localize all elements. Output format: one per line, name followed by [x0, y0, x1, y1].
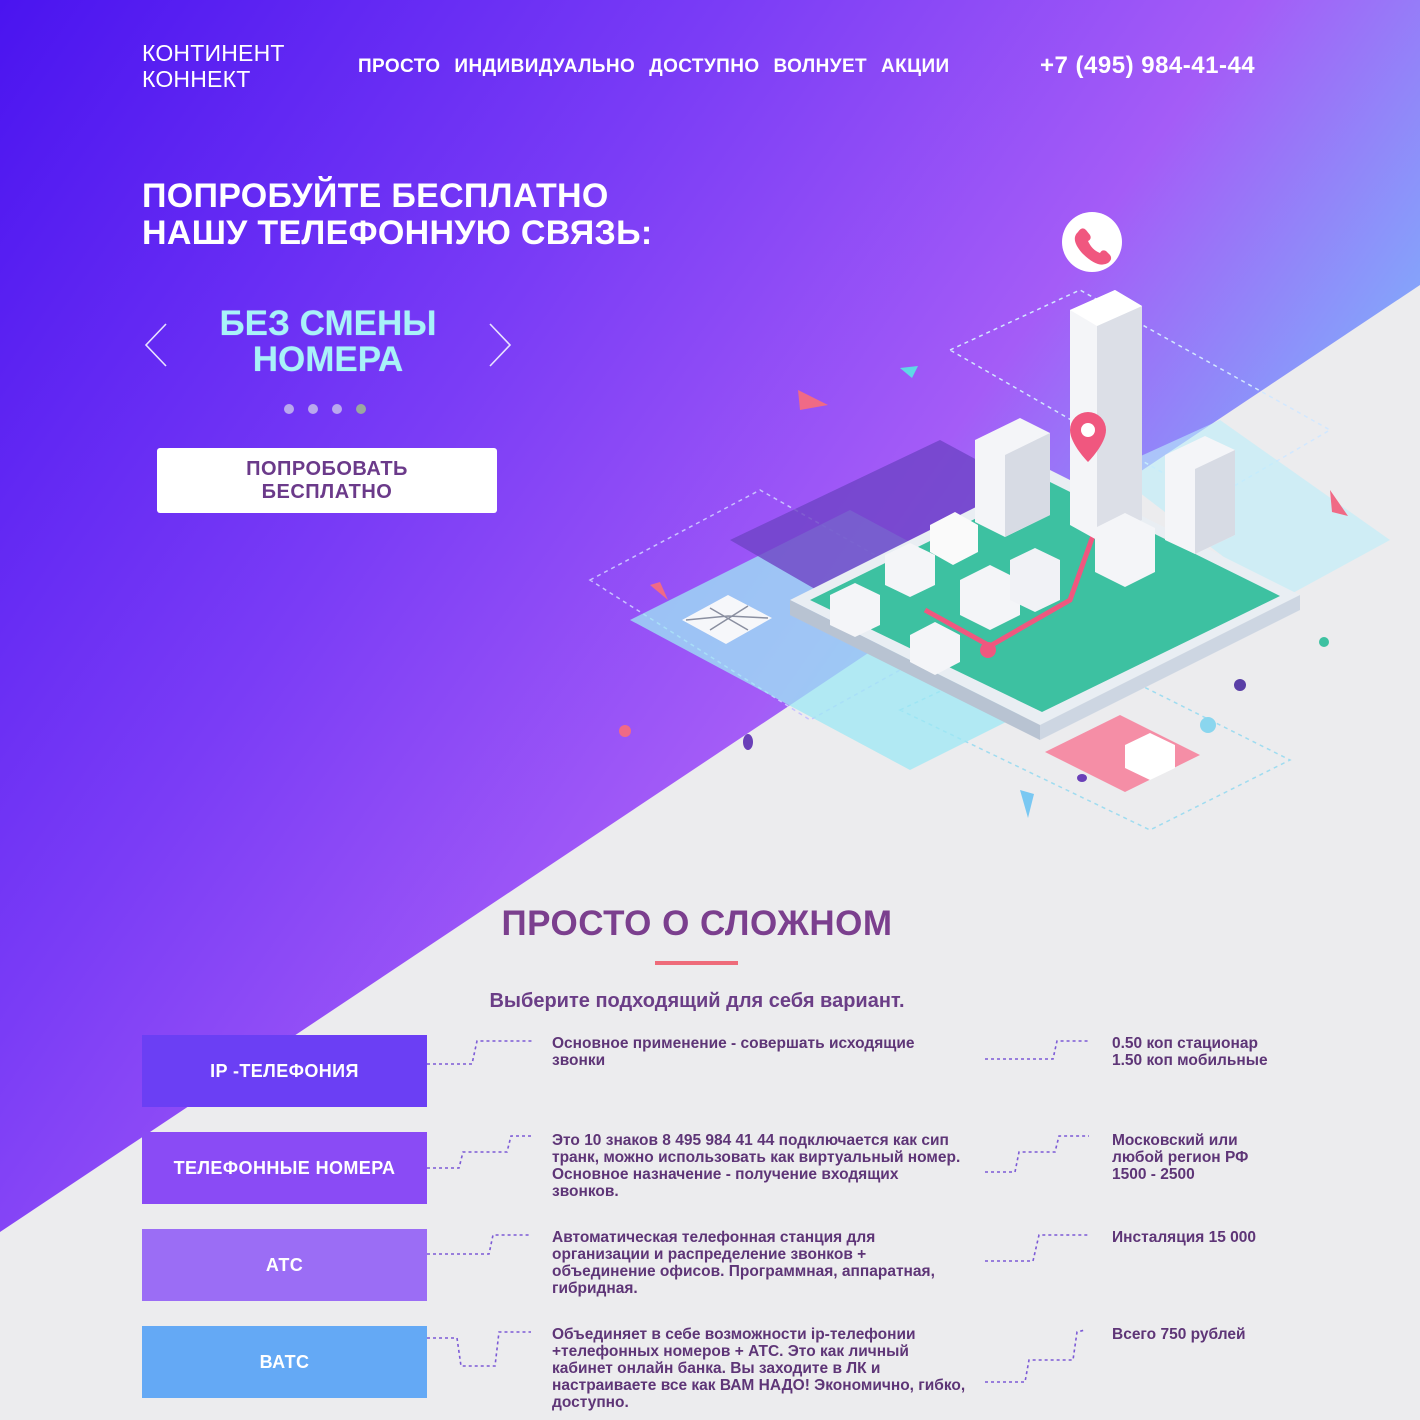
connector-line	[427, 1040, 532, 1065]
description-line: кабинет онлайн банка. Вы заходите в ЛК и	[552, 1360, 881, 1377]
service-ats-price: Инсталяция 15 000	[1112, 1229, 1332, 1246]
service-phone-numbers-price: Московский или любой регион РФ 1500 - 25…	[1112, 1132, 1332, 1183]
connector-line	[427, 1234, 531, 1255]
pink-tile	[1045, 715, 1200, 792]
section-title: ПРОСТО О СЛОЖНОМ	[501, 904, 893, 943]
service-phone-numbers-button[interactable]: ТЕЛЕФОННЫЕ НОМЕРА	[142, 1132, 427, 1204]
brand-logo[interactable]: КОНТИНЕНТ КОННЕКТ	[142, 40, 285, 92]
description-line: объединение офисов. Программная, аппарат…	[552, 1263, 935, 1280]
slider-dot-3[interactable]	[332, 404, 342, 414]
connector-line	[985, 1329, 1086, 1383]
connector-line	[427, 1331, 531, 1367]
price-line: Инсталяция 15 000	[1112, 1229, 1257, 1246]
service-ip-telephony-button[interactable]: IP -ТЕЛЕФОНИЯ	[142, 1035, 427, 1107]
service-vats-button[interactable]: ВАТС	[142, 1326, 427, 1398]
confetti-dot	[1319, 637, 1329, 647]
nav-item-individualno[interactable]: ИНДИВИДУАЛЬНО	[454, 56, 635, 78]
confetti	[900, 366, 918, 378]
slider-dot-2[interactable]	[308, 404, 318, 414]
service-vats-price: Всего 750 рублей	[1112, 1326, 1332, 1343]
confetti	[650, 582, 668, 600]
description-line: Основное применение - совершать исходящи…	[552, 1035, 915, 1052]
main-nav: ПРОСТО ИНДИВИДУАЛЬНО ДОСТУПНО ВОЛНУЕТ АК…	[358, 56, 964, 78]
slider-dot-1[interactable]	[284, 404, 294, 414]
connector-line	[985, 1040, 1089, 1060]
confetti-dot	[1200, 717, 1216, 733]
description-line: звонков.	[552, 1183, 619, 1200]
phone-number[interactable]: +7 (495) 984-41-44	[1040, 52, 1255, 80]
description-line: Объединяет в себе возможности ip-телефон…	[552, 1326, 916, 1343]
slider-dot-4[interactable]	[356, 404, 366, 414]
service-ats-button[interactable]: АТС	[142, 1229, 427, 1301]
brand-line-2: КОННЕКТ	[142, 66, 251, 92]
nav-item-volnuet[interactable]: ВОЛНУЕТ	[774, 56, 868, 78]
confetti-dot	[619, 725, 631, 737]
connector-line	[427, 1135, 531, 1169]
connector-line	[985, 1234, 1089, 1262]
description-line: звонки	[552, 1052, 606, 1069]
confetti-dot	[1077, 774, 1087, 782]
nav-item-prosto[interactable]: ПРОСТО	[358, 56, 440, 78]
description-line: доступно.	[552, 1394, 629, 1411]
service-vats-description: Объединяет в себе возможности ip-телефон…	[552, 1326, 982, 1411]
description-line: Автоматическая телефонная станция для	[552, 1229, 876, 1246]
price-line: Московский или	[1112, 1132, 1238, 1149]
confetti-dot	[743, 734, 753, 750]
service-ip-telephony-price: 0.50 коп стационар 1.50 коп мобильные	[1112, 1035, 1332, 1069]
route-end-dot	[980, 642, 996, 658]
connector-line	[985, 1135, 1089, 1173]
title-underline	[655, 961, 738, 965]
price-line: любой регион РФ	[1112, 1149, 1249, 1166]
city-illustration	[588, 212, 1390, 831]
confetti	[1020, 790, 1034, 818]
price-line: 0.50 коп стационар	[1112, 1035, 1258, 1052]
service-phone-numbers-description: Это 10 знаков 8 495 984 41 44 подключает…	[552, 1132, 982, 1200]
slider-dots	[284, 404, 366, 414]
description-line: гибридная.	[552, 1280, 638, 1297]
service-ats-description: Автоматическая телефонная станция для ор…	[552, 1229, 982, 1297]
service-ip-telephony-description: Основное применение - совершать исходящи…	[552, 1035, 982, 1069]
nav-item-dostupno[interactable]: ДОСТУПНО	[649, 56, 759, 78]
nav-item-akcii[interactable]: АКЦИИ	[881, 56, 950, 78]
description-line: настраиваете все как ВАМ НАДО! Экономичн…	[552, 1377, 966, 1394]
section-subtitle: Выберите подходящий для себя вариант.	[489, 990, 905, 1012]
price-line: Всего 750 рублей	[1112, 1326, 1246, 1343]
confetti	[798, 390, 828, 410]
description-line: Основное назначение - получение входящих	[552, 1166, 899, 1183]
description-line: организации и распределение звонков +	[552, 1246, 867, 1263]
description-line: транк, можно использовать как виртуальны…	[552, 1149, 961, 1166]
price-line: 1.50 коп мобильные	[1112, 1052, 1268, 1069]
price-line: 1500 - 2500	[1112, 1166, 1195, 1183]
description-line: Это 10 знаков 8 495 984 41 44 подключает…	[552, 1132, 949, 1149]
brand-line-1: КОНТИНЕНТ	[142, 40, 285, 66]
confetti-dot	[1234, 679, 1246, 691]
phone-incoming-icon	[1062, 212, 1122, 272]
description-line: +телефонных номеров + АТС. Это как личны…	[552, 1343, 909, 1360]
